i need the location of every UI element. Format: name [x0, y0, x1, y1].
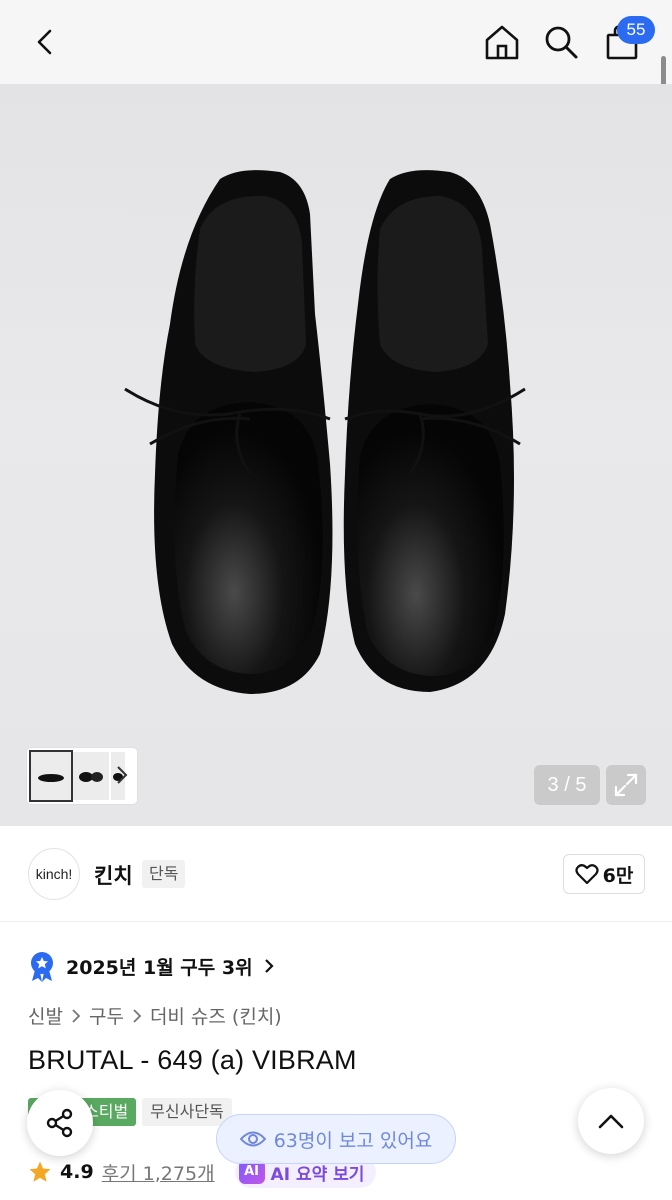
brand-exclusive-tag: 단독	[142, 860, 186, 888]
search-button[interactable]	[537, 18, 585, 66]
thumbnail-strip[interactable]	[27, 748, 137, 804]
brand-name[interactable]: 킨치	[94, 860, 133, 890]
heart-icon	[575, 864, 599, 885]
product-image-gallery[interactable]: 3 / 5	[0, 84, 672, 826]
share-button[interactable]	[27, 1090, 93, 1156]
viewers-indicator: 63명이 보고 있어요	[216, 1114, 456, 1164]
thumbnail[interactable]	[73, 752, 109, 800]
search-icon	[545, 26, 578, 59]
eye-icon	[239, 1131, 266, 1147]
back-button[interactable]	[22, 18, 70, 66]
image-counter: 3 / 5	[534, 765, 600, 805]
like-count: 6만	[602, 864, 634, 887]
thumbnail-shoe-icon	[38, 774, 64, 782]
top-nav: 55	[0, 0, 672, 84]
breadcrumb-item[interactable]: 더비 슈즈 (킨치)	[150, 1002, 282, 1029]
rating-value: 4.9	[60, 1161, 94, 1183]
chevron-right-icon	[264, 959, 274, 973]
expand-button[interactable]	[606, 765, 646, 805]
home-button[interactable]	[478, 18, 526, 66]
brand-row: kinch! 킨치 단독 6만	[0, 826, 672, 922]
scroll-top-button[interactable]	[578, 1088, 644, 1154]
home-icon	[485, 25, 519, 60]
brand-logo[interactable]: kinch!	[28, 848, 80, 900]
chevron-up-icon	[598, 1114, 624, 1129]
chevron-right-icon[interactable]	[115, 764, 129, 786]
chevron-left-icon	[37, 29, 52, 55]
thumbnail[interactable]	[29, 750, 73, 802]
tag-exclusive: 무신사단독	[142, 1098, 232, 1126]
chevron-right-icon	[133, 1008, 142, 1023]
chevron-right-icon	[72, 1008, 81, 1023]
breadcrumb-item[interactable]: 신발	[28, 1002, 63, 1029]
ranking-text: 2025년 1월 구두 3위	[66, 956, 253, 979]
thumbnail-shoe-icon	[79, 772, 103, 782]
share-icon	[46, 1108, 73, 1138]
like-button[interactable]: 6만	[563, 854, 645, 894]
ranking-link[interactable]: 2025년 1월 구두 3위	[28, 948, 275, 984]
expand-icon	[614, 773, 638, 797]
breadcrumb-item[interactable]: 구두	[89, 1002, 124, 1029]
star-icon	[29, 1161, 51, 1182]
rank-badge-icon	[31, 952, 53, 982]
cart-count-badge: 55	[617, 16, 655, 44]
viewers-text: 63명이 보고 있어요	[273, 1129, 433, 1152]
product-photo	[124, 170, 526, 695]
review-count-link[interactable]: 후기 1,275개	[102, 1159, 215, 1186]
product-title: BRUTAL - 649 (a) VIBRAM	[28, 1045, 357, 1075]
breadcrumb: 신발 구두 더비 슈즈 (킨치)	[28, 1002, 282, 1029]
